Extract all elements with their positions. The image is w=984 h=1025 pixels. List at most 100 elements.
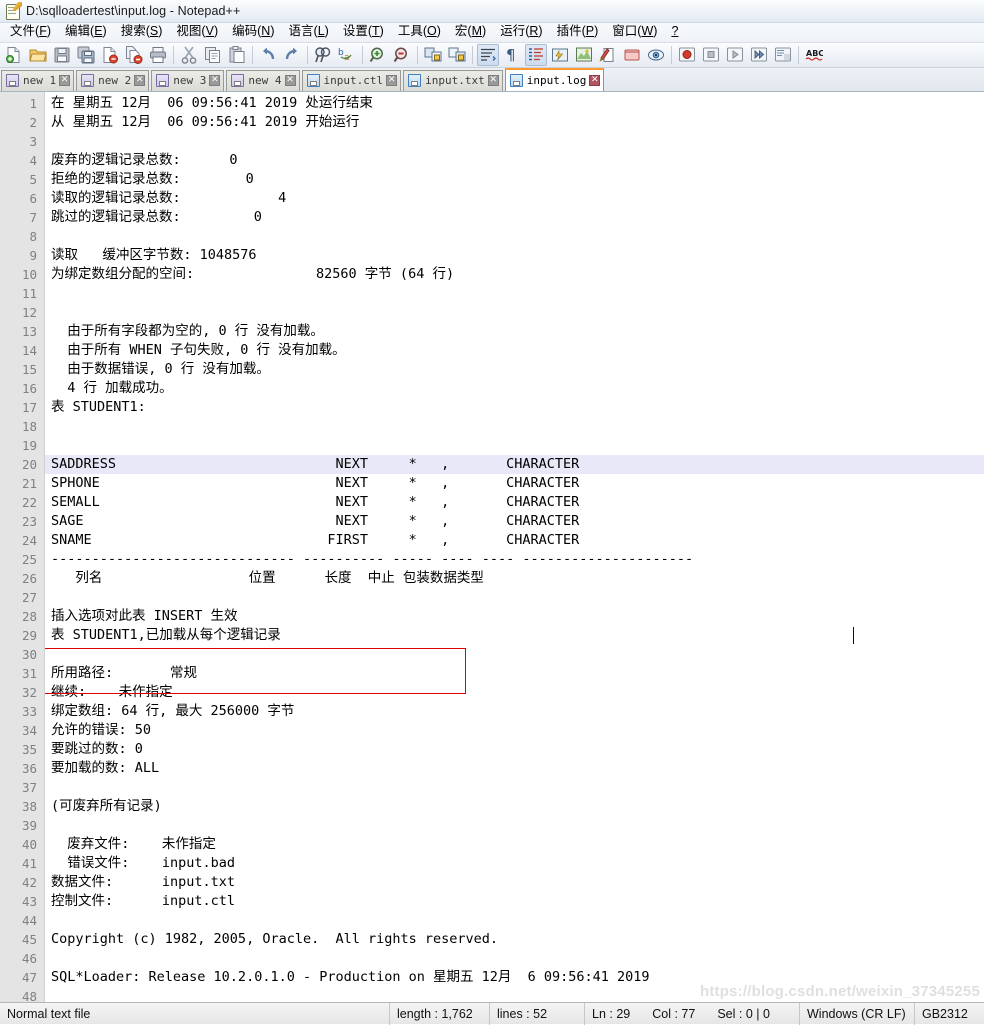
code-line[interactable] (45, 949, 984, 968)
copy-icon[interactable] (202, 44, 224, 66)
menu-view[interactable]: 视图(V) (169, 23, 225, 41)
code-line[interactable] (45, 778, 984, 797)
code-line[interactable]: 由于所有 WHEN 子句失败, 0 行 没有加载。 (45, 341, 984, 360)
code-line[interactable]: ------------------------------ ---------… (45, 550, 984, 569)
show-indent-guide-icon[interactable] (525, 44, 547, 66)
code-line[interactable] (45, 132, 984, 151)
spell-check-icon[interactable]: ABC (803, 44, 825, 66)
text-content[interactable]: 在 星期五 12月 06 09:56:41 2019 处运行结束从 星期五 12… (45, 92, 984, 1002)
user-defined-language-icon[interactable] (573, 44, 595, 66)
menu-edit[interactable]: 编辑(E) (58, 23, 114, 41)
code-line[interactable] (45, 436, 984, 455)
tab-input-ctl[interactable]: input.ctl ✕ (302, 70, 402, 91)
code-line[interactable]: 列名 位置 长度 中止 包装数据类型 (45, 569, 984, 588)
code-line[interactable]: 数据文件: input.txt (45, 873, 984, 892)
close-icon[interactable]: ✕ (386, 75, 397, 86)
menu-help[interactable]: ? (664, 23, 685, 41)
code-line[interactable]: 在 星期五 12月 06 09:56:41 2019 处运行结束 (45, 94, 984, 113)
tab-new-3[interactable]: new 3 ✕ (151, 70, 224, 91)
close-icon[interactable]: ✕ (59, 75, 70, 86)
code-line[interactable]: 跳过的逻辑记录总数: 0 (45, 208, 984, 227)
menu-language[interactable]: 语言(L) (282, 23, 336, 41)
sync-vertical-scroll-icon[interactable] (422, 44, 444, 66)
print-icon[interactable] (147, 44, 169, 66)
code-line[interactable] (45, 588, 984, 607)
code-line[interactable]: 允许的错误: 50 (45, 721, 984, 740)
code-line[interactable]: 表 STUDENT1: (45, 398, 984, 417)
tab-input-txt[interactable]: input.txt ✕ (403, 70, 503, 91)
close-icon[interactable]: ✕ (209, 75, 220, 86)
code-line[interactable]: 控制文件: input.ctl (45, 892, 984, 911)
code-line[interactable]: SNAME FIRST * , CHARACTER (45, 531, 984, 550)
code-line[interactable]: 插入选项对此表 INSERT 生效 (45, 607, 984, 626)
show-wrap-symbol-icon[interactable] (549, 44, 571, 66)
menu-search[interactable]: 搜索(S) (114, 23, 170, 41)
close-icon[interactable]: ✕ (134, 75, 145, 86)
menu-settings[interactable]: 设置(T) (336, 23, 391, 41)
menu-window[interactable]: 窗口(W) (605, 23, 664, 41)
code-line[interactable]: 绑定数组: 64 行, 最大 256000 字节 (45, 702, 984, 721)
code-line[interactable]: 由于所有字段都为空的, 0 行 没有加载。 (45, 322, 984, 341)
save-icon[interactable] (51, 44, 73, 66)
code-line[interactable]: 要加载的数: ALL (45, 759, 984, 778)
tab-input-log[interactable]: input.log ✕ (505, 68, 605, 91)
zoom-in-icon[interactable] (367, 44, 389, 66)
close-icon[interactable]: ✕ (488, 75, 499, 86)
code-line[interactable]: 要跳过的数: 0 (45, 740, 984, 759)
close-icon[interactable]: ✕ (285, 75, 296, 86)
menu-tools[interactable]: 工具(O) (391, 23, 448, 41)
close-file-icon[interactable] (99, 44, 121, 66)
code-line[interactable]: 由于数据错误, 0 行 没有加载。 (45, 360, 984, 379)
code-line[interactable]: 读取的逻辑记录总数: 4 (45, 189, 984, 208)
folder-as-workspace-icon[interactable] (645, 44, 667, 66)
function-list-icon[interactable] (621, 44, 643, 66)
code-line[interactable]: 表 STUDENT1,已加载从每个逻辑记录 (45, 626, 984, 645)
editor-area[interactable]: 1234567891011121314151617181920212223242… (0, 92, 984, 1002)
code-line[interactable] (45, 645, 984, 664)
close-all-icon[interactable] (123, 44, 145, 66)
macro-playmultiple-icon[interactable] (748, 44, 770, 66)
menu-encoding[interactable]: 编码(N) (225, 23, 281, 41)
word-wrap-icon[interactable] (477, 44, 499, 66)
code-line[interactable]: 废弃文件: 未作指定 (45, 835, 984, 854)
code-line[interactable] (45, 417, 984, 436)
code-line[interactable]: 废弃的逻辑记录总数: 0 (45, 151, 984, 170)
tab-new-4[interactable]: new 4 ✕ (226, 70, 299, 91)
undo-icon[interactable] (257, 44, 279, 66)
cut-icon[interactable] (178, 44, 200, 66)
code-line[interactable]: 拒绝的逻辑记录总数: 0 (45, 170, 984, 189)
code-line[interactable] (45, 816, 984, 835)
code-line[interactable]: 继续: 未作指定 (45, 683, 984, 702)
open-file-icon[interactable] (27, 44, 49, 66)
code-line[interactable]: SADDRESS NEXT * , CHARACTER (45, 455, 984, 474)
macro-stop-icon[interactable] (700, 44, 722, 66)
code-line[interactable]: 错误文件: input.bad (45, 854, 984, 873)
code-line[interactable]: 4 行 加载成功。 (45, 379, 984, 398)
code-line[interactable] (45, 911, 984, 930)
find-icon[interactable] (312, 44, 334, 66)
code-line[interactable]: Copyright (c) 1982, 2005, Oracle. All ri… (45, 930, 984, 949)
code-line[interactable]: SAGE NEXT * , CHARACTER (45, 512, 984, 531)
redo-icon[interactable] (281, 44, 303, 66)
macro-play-icon[interactable] (724, 44, 746, 66)
paste-icon[interactable] (226, 44, 248, 66)
replace-icon[interactable]: ba (336, 44, 358, 66)
show-all-chars-icon[interactable]: ¶ (501, 44, 523, 66)
save-all-icon[interactable] (75, 44, 97, 66)
menu-file[interactable]: 文件(F) (3, 23, 58, 41)
code-line[interactable]: SPHONE NEXT * , CHARACTER (45, 474, 984, 493)
macro-record-icon[interactable] (676, 44, 698, 66)
code-line[interactable] (45, 303, 984, 322)
document-map-icon[interactable] (597, 44, 619, 66)
code-line[interactable] (45, 227, 984, 246)
code-line[interactable]: 所用路径: 常规 (45, 664, 984, 683)
code-line[interactable] (45, 284, 984, 303)
code-line[interactable]: 从 星期五 12月 06 09:56:41 2019 开始运行 (45, 113, 984, 132)
macro-save-icon[interactable] (772, 44, 794, 66)
menu-macro[interactable]: 宏(M) (448, 23, 493, 41)
code-line[interactable]: 为绑定数组分配的空间: 82560 字节 (64 行) (45, 265, 984, 284)
tab-new-1[interactable]: new 1 ✕ (1, 70, 74, 91)
close-icon[interactable]: ✕ (589, 75, 600, 86)
sync-horizontal-scroll-icon[interactable] (446, 44, 468, 66)
zoom-out-icon[interactable] (391, 44, 413, 66)
